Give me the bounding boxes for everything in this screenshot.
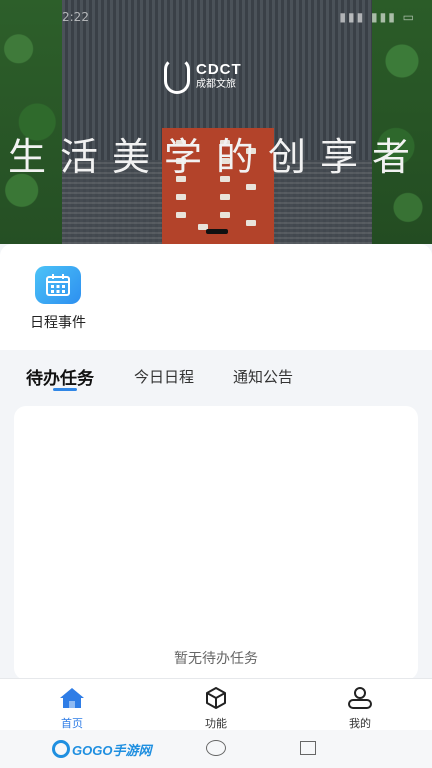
quick-entry-label: 日程事件 [30, 315, 86, 331]
banner-image-trees-left [0, 0, 62, 244]
tab-today-schedule[interactable]: 今日日程 [134, 366, 194, 387]
watermark-mark [52, 740, 70, 758]
tab-notices[interactable]: 通知公告 [233, 366, 293, 387]
tab-todo[interactable]: 待办任务 [26, 364, 94, 389]
user-icon [320, 685, 400, 711]
nav-functions-label: 功能 [205, 717, 227, 730]
banner-image-trees-right [372, 0, 432, 244]
empty-state-text: 暂无待办任务 [174, 651, 258, 667]
home-icon [32, 685, 112, 711]
system-nav-bar: GOGO手游网 [0, 730, 432, 768]
bottom-nav: 首页 功能 我的 [0, 678, 432, 730]
tab-bar: 待办任务 今日日程 通知公告 [0, 350, 432, 406]
system-recents-button[interactable] [300, 741, 316, 755]
system-home-button[interactable] [206, 740, 226, 756]
brand-logo: CDCT 成都文旅 [164, 58, 242, 94]
banner-tagline: 生活美学的创享者 [7, 135, 424, 179]
quick-entry-panel: 日程事件 [0, 244, 432, 350]
task-list-card: 暂无待办任务 [14, 406, 418, 680]
active-tab-indicator [53, 388, 77, 391]
calendar-icon [35, 266, 81, 304]
watermark-text: GOGO手游网 [72, 742, 152, 758]
nav-mine[interactable]: 我的 [320, 685, 400, 731]
nav-home-label: 首页 [61, 717, 83, 730]
cube-icon [176, 685, 256, 711]
watermark-logo: GOGO手游网 [52, 739, 151, 759]
status-bar: 2:22 ▮▮▮ ▮▮▮ ▭ [62, 10, 416, 24]
quick-entry-schedule[interactable]: 日程事件 [24, 266, 92, 332]
nav-home[interactable]: 首页 [32, 685, 112, 731]
carousel-indicator [206, 229, 228, 234]
nav-mine-label: 我的 [349, 717, 371, 730]
brand-logo-mark [164, 58, 190, 94]
banner-carousel[interactable]: 2:22 ▮▮▮ ▮▮▮ ▭ CDCT 成都文旅 生活美学的创享者 [0, 0, 432, 244]
nav-functions[interactable]: 功能 [176, 685, 256, 731]
brand-logo-cn: 成都文旅 [196, 79, 236, 90]
brand-logo-en: CDCT [196, 61, 242, 78]
